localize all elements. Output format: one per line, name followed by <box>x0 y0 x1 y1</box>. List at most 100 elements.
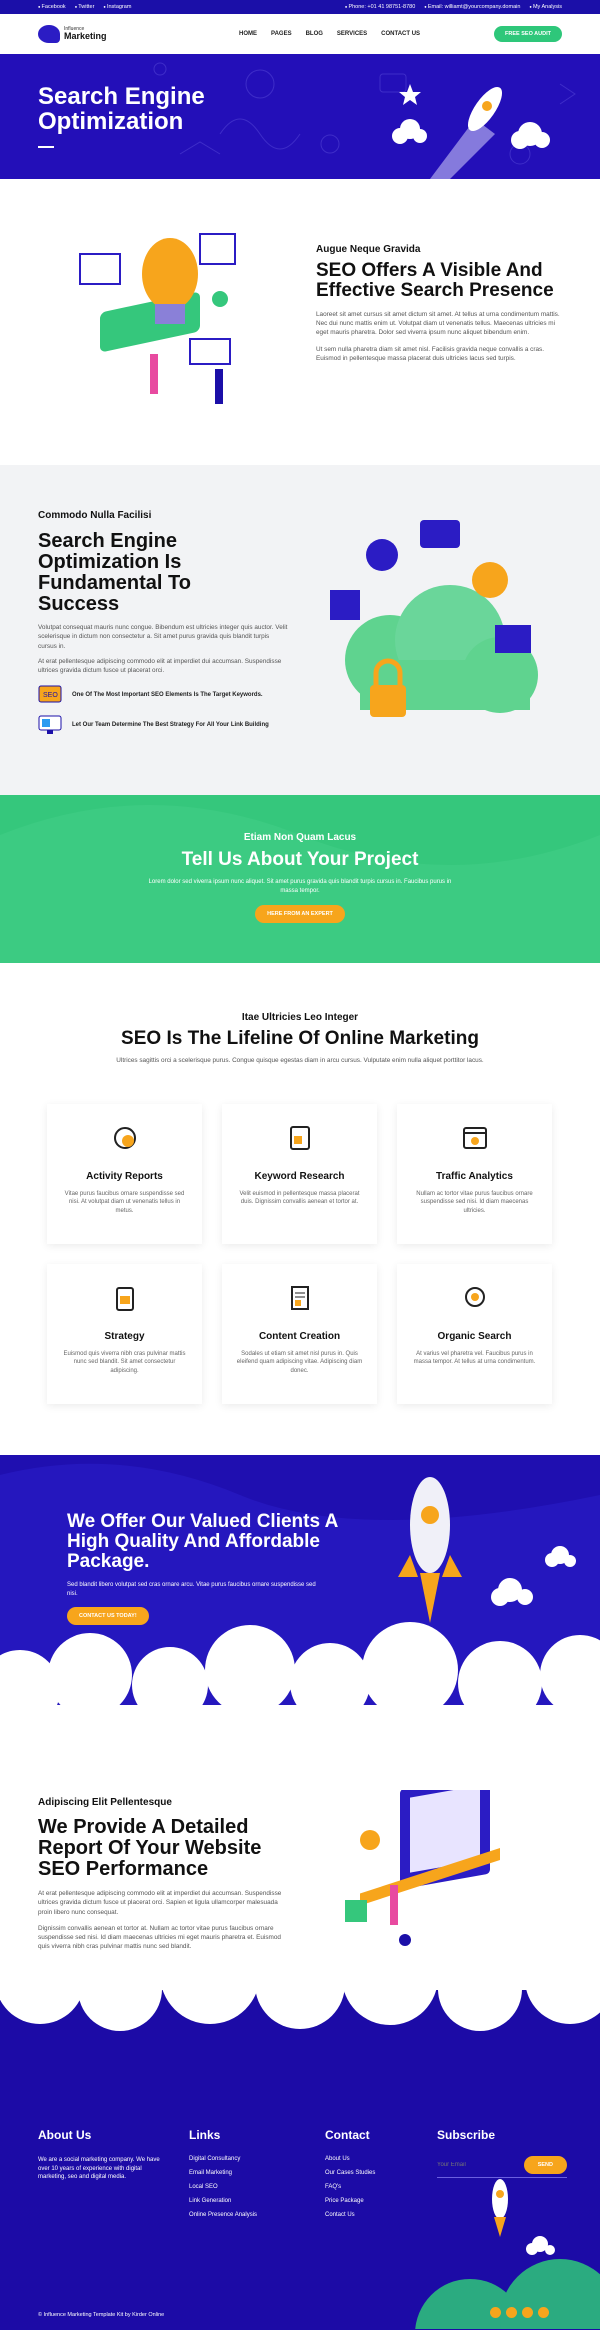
tablet-search-icon <box>289 1126 310 1150</box>
hero-divider <box>38 146 54 148</box>
nav-contact[interactable]: CONTACT US <box>381 31 420 37</box>
cta-eyebrow: Etiam Non Quam Lacus <box>243 832 357 843</box>
footer-contact: Contact About Us Our Cases Studies FAQ's… <box>325 2128 375 2226</box>
report-eyebrow: Adipiscing Elit Pellentesque <box>38 1797 172 1808</box>
footer-about-text: We are a social marketing company. We ha… <box>38 2157 160 2181</box>
footer-contact-link[interactable]: Our Cases Studies <box>325 2170 375 2176</box>
gear-chart-icon <box>113 1127 136 1149</box>
free-seo-audit-button[interactable]: FREE SEO AUDIT <box>494 26 562 42</box>
footer-link[interactable]: Digital Consultancy <box>189 2156 257 2162</box>
footer-contact-link[interactable]: Contact Us <box>325 2212 375 2218</box>
service-card-text: Vitae purus faucibus ornare suspendisse … <box>64 1191 185 1214</box>
offer-title: We Offer Our Valued Clients A High Quali… <box>67 1511 338 1572</box>
footer-link[interactable]: Link Generation <box>189 2198 257 2204</box>
twitter-icon[interactable] <box>506 2307 517 2318</box>
facebook-link[interactable]: Facebook <box>38 4 66 10</box>
fundamental-title: Search Engine Optimization Is Fundamenta… <box>38 530 191 615</box>
nav-blog[interactable]: BLOG <box>306 31 323 37</box>
hero-banner: Search Engine Optimization <box>0 54 600 179</box>
feature-point-2: Let Our Team Determine The Best Strategy… <box>72 722 269 729</box>
logo-line2: Marketing <box>64 31 107 41</box>
lightbulb-illustration <box>79 233 236 404</box>
services-eyebrow: Itae Ultricies Leo Integer <box>241 1012 359 1023</box>
hero-title-line1: Search Engine <box>38 83 205 110</box>
seo-badge-icon: SEO <box>38 685 62 703</box>
cloud-security-illustration <box>330 520 538 717</box>
service-card-text: At varius vel pharetra vel. Faucibus pur… <box>413 1351 536 1366</box>
service-card-activity-reports[interactable]: Activity Reports Vitae purus faucibus or… <box>47 1104 202 1244</box>
subscribe-send-button[interactable]: SEND <box>523 2156 567 2174</box>
footer-subscribe-title: Subscribe <box>437 2128 496 2142</box>
fundamental-paragraph-1: Volutpat consequat mauris nunc congue. B… <box>38 624 288 650</box>
services-section: Itae Ultricies Leo Integer SEO Is The Li… <box>0 963 600 1455</box>
service-card-title: Organic Search <box>437 1331 512 1342</box>
footer-contact-title: Contact <box>325 2128 370 2142</box>
nav-home[interactable]: HOME <box>239 31 257 37</box>
footer-link[interactable]: Local SEO <box>189 2184 257 2190</box>
footer-contact-link[interactable]: About Us <box>325 2156 375 2162</box>
report-illustration <box>345 1790 500 1946</box>
service-card-title: Traffic Analytics <box>436 1171 513 1182</box>
footer-social-icons <box>490 2307 549 2318</box>
service-card-title: Content Creation <box>258 1331 341 1342</box>
cta-text: Lorem dolor sed viverra ipsum nunc aliqu… <box>148 879 452 894</box>
footer-link[interactable]: Online Presence Analysis <box>189 2212 257 2218</box>
instagram-icon[interactable] <box>522 2307 533 2318</box>
services-text: Ultrices sagittis orci a scelerisque pur… <box>116 1056 484 1064</box>
footer-contact-link[interactable]: FAQ's <box>325 2184 375 2190</box>
twitter-link[interactable]: Twitter <box>75 4 94 10</box>
project-cta-section: Etiam Non Quam Lacus Tell Us About Your … <box>0 795 600 963</box>
feature-point: Let Our Team Determine The Best Strategy… <box>38 715 288 735</box>
logo[interactable]: Influence Marketing <box>38 25 107 43</box>
offer-text: Sed blandit libero volutpat sed cras orn… <box>67 1581 316 1597</box>
contact-us-today-button[interactable]: CONTACT US TODAY! <box>67 1607 149 1626</box>
service-card-title: Strategy <box>104 1331 145 1342</box>
main-nav: Influence Marketing HOME PAGES BLOG SERV… <box>0 14 600 54</box>
service-card-title: Activity Reports <box>86 1171 163 1182</box>
footer-about: About Us We are a social marketing compa… <box>38 2128 168 2182</box>
service-card-organic-search[interactable]: Organic Search At varius vel pharetra ve… <box>397 1264 552 1404</box>
footer-about-title: About Us <box>38 2128 92 2142</box>
fundamental-section: Commodo Nulla Facilisi Search Engine Opt… <box>0 465 600 795</box>
nav-services[interactable]: SERVICES <box>337 31 367 37</box>
fundamental-paragraph-2: At erat pellentesque adipiscing commodo … <box>38 657 282 675</box>
logo-mark-icon <box>38 25 60 43</box>
hero-title-line2: Optimization <box>38 108 184 136</box>
intro-section: Augue Neque Gravida SEO Offers A Visible… <box>0 179 600 465</box>
footer-contact-link[interactable]: Price Package <box>325 2198 375 2204</box>
intro-eyebrow: Augue Neque Gravida <box>316 244 421 255</box>
facebook-icon[interactable] <box>490 2307 501 2318</box>
intro-paragraph-2: Ut sem nulla pharetra diam sit amet nisl… <box>316 345 545 362</box>
clipboard-strategy-icon <box>115 1287 134 1311</box>
service-card-title: Keyword Research <box>254 1171 345 1182</box>
subscribe-email-input[interactable] <box>437 2162 497 2168</box>
footer: About Us We are a social marketing compa… <box>0 1990 600 2330</box>
youtube-icon[interactable] <box>538 2307 549 2318</box>
svg-text:SEO: SEO <box>43 692 58 699</box>
instagram-link[interactable]: Instagram <box>103 4 131 10</box>
service-card-text: Nullam ac tortor vitae purus faucibus or… <box>416 1191 533 1214</box>
feature-point-1: One Of The Most Important SEO Elements I… <box>72 692 263 699</box>
monitor-strategy-icon <box>38 715 62 735</box>
nav-pages[interactable]: PAGES <box>271 31 292 37</box>
phone-info: Phone: +01 41 98751-8780 <box>345 4 415 10</box>
service-card-keyword-research[interactable]: Keyword Research Velit euismod in pellen… <box>222 1104 377 1244</box>
feature-point: SEO One Of The Most Important SEO Elemen… <box>38 685 288 705</box>
email-info[interactable]: Email: williamt@yourcompany.domain <box>424 4 521 10</box>
service-card-content-creation[interactable]: Content Creation Sodales ut etiam sit am… <box>222 1264 377 1404</box>
footer-link[interactable]: Email Marketing <box>189 2170 257 2176</box>
service-card-traffic-analytics[interactable]: Traffic Analytics Nullam ac tortor vitae… <box>397 1104 552 1244</box>
services-title: SEO Is The Lifeline Of Online Marketing <box>121 1028 479 1049</box>
footer-links-title: Links <box>189 2128 221 2142</box>
rocket-illustration <box>392 84 550 179</box>
offer-section: We Offer Our Valued Clients A High Quali… <box>0 1455 600 1705</box>
service-card-strategy[interactable]: Strategy Euismod quis viverra nibh cras … <box>47 1264 202 1404</box>
fundamental-eyebrow: Commodo Nulla Facilisi <box>38 510 152 521</box>
browser-analytics-icon <box>462 1127 487 1149</box>
service-card-text: Sodales ut etiam sit amet nisl purus in.… <box>236 1351 363 1374</box>
expert-button[interactable]: HERE FROM AN EXPERT <box>255 905 345 924</box>
intro-paragraph-1: Laoreet sit amet cursus sit amet dictum … <box>316 310 560 337</box>
report-paragraph-2: Dignissim convallis aenean et tortor at.… <box>38 1924 281 1951</box>
account-link[interactable]: My Analysis <box>529 4 562 10</box>
gear-search-icon <box>464 1287 485 1307</box>
